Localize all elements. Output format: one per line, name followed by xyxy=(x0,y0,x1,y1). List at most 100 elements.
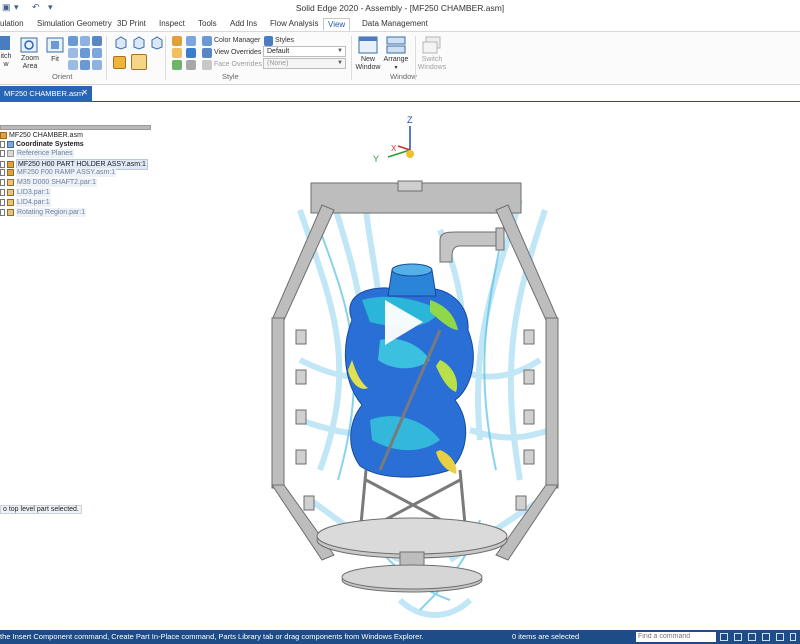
face-overrides-select[interactable]: (None) ▼ xyxy=(263,58,346,69)
elbow-pipe xyxy=(439,227,505,263)
tab-view[interactable]: View xyxy=(323,18,351,31)
ribbon-separator xyxy=(106,36,107,80)
visibility-checkbox[interactable] xyxy=(0,141,5,148)
arrange-dropdown-icon[interactable]: ▾ xyxy=(392,64,400,72)
triad-x-label: X xyxy=(391,144,397,153)
pathfinder-status: o top level part selected. xyxy=(0,505,82,514)
tree-row-lid3[interactable]: LID3.par:1 xyxy=(0,188,51,197)
tree-row-part-holder[interactable]: MF250 H00 PART HOLDER ASSY.asm:1 xyxy=(0,159,148,170)
switch-view-icon[interactable] xyxy=(0,36,10,50)
zoom-status-icon[interactable] xyxy=(748,633,756,641)
shaded-icon[interactable] xyxy=(113,56,126,69)
tab-simulation[interactable]: ulation xyxy=(0,19,24,32)
zoom-area-button[interactable]: Zoom Area xyxy=(18,55,42,71)
tab-data-management[interactable]: Data Management xyxy=(362,19,428,32)
previous-view-icon[interactable] xyxy=(92,60,102,70)
close-icon[interactable]: ✕ xyxy=(81,88,88,97)
face-overrides-value: (None) xyxy=(267,60,289,67)
pan-icon[interactable] xyxy=(80,36,90,46)
named-views-icon[interactable] xyxy=(80,60,90,70)
view-status-icon[interactable] xyxy=(790,633,796,641)
pathfinder-header[interactable] xyxy=(0,125,151,130)
arrange-button[interactable]: Arrange xyxy=(382,56,410,64)
rotate-icon[interactable] xyxy=(92,36,102,46)
subassembly-icon xyxy=(7,161,14,168)
style-group-label: Style xyxy=(222,72,239,81)
triad-z-label: Z xyxy=(407,115,413,125)
pathfinder-panel: MF250 CHAMBER.asm Coordinate Systems Ref… xyxy=(0,125,152,225)
visibility-checkbox[interactable] xyxy=(0,161,5,168)
face-overrides-small-icon[interactable] xyxy=(186,60,196,70)
visibility-checkbox[interactable] xyxy=(0,189,5,196)
tree-label: Coordinate Systems xyxy=(16,141,84,148)
view-overrides-label: View Overrides xyxy=(214,49,262,56)
rotate-status-icon[interactable] xyxy=(776,633,784,641)
help-icon[interactable] xyxy=(720,633,728,641)
look-at-face-icon[interactable] xyxy=(80,48,90,58)
lighting-icon[interactable] xyxy=(172,48,182,58)
fit-view-icon[interactable] xyxy=(734,633,742,641)
zoom-icon[interactable] xyxy=(68,36,78,46)
zoom-area-icon[interactable] xyxy=(20,37,38,53)
common-views-icon[interactable] xyxy=(92,48,102,58)
tree-label: MF250 CHAMBER.asm xyxy=(9,132,83,139)
new-window-button[interactable]: New Window xyxy=(354,56,382,72)
find-command-input[interactable] xyxy=(636,632,716,642)
styles-button[interactable]: Styles xyxy=(275,37,294,45)
tree-label: MF250 F00 RAMP ASSY.asm:1 xyxy=(16,168,117,177)
tree-row-rotating-region[interactable]: Rotating Region.par:1 xyxy=(0,208,87,217)
document-tab-label: MF250 CHAMBER.asm xyxy=(4,89,84,98)
tab-inspect[interactable]: Inspect xyxy=(159,19,185,32)
tab-tools[interactable]: Tools xyxy=(198,19,217,32)
tree-row-lid4[interactable]: LID4.par:1 xyxy=(0,198,51,207)
visibility-checkbox[interactable] xyxy=(0,150,5,157)
color-manager-button[interactable]: Color Manager xyxy=(214,37,260,45)
view-overrides-icon[interactable] xyxy=(202,48,212,58)
tab-add-ins[interactable]: Add Ins xyxy=(230,19,257,32)
part-icon xyxy=(7,179,14,186)
tree-row-coordinate-systems[interactable]: Coordinate Systems xyxy=(0,140,84,149)
document-tabs: MF250 CHAMBER.asm ✕ xyxy=(0,85,800,102)
visibility-checkbox[interactable] xyxy=(0,199,5,206)
graphics-viewport[interactable]: Z Y X xyxy=(150,102,800,630)
document-tab-mf250-chamber[interactable]: MF250 CHAMBER.asm ✕ xyxy=(0,86,92,102)
pan-status-icon[interactable] xyxy=(762,633,770,641)
tree-row-assembly[interactable]: MF250 CHAMBER.asm xyxy=(0,131,83,140)
chevron-down-icon: ▼ xyxy=(337,60,343,66)
tab-3d-print[interactable]: 3D Print xyxy=(117,19,146,32)
tree-row-shaft[interactable]: M35 D000 SHAFT2.par:1 xyxy=(0,178,97,187)
view-overrides-value: Default xyxy=(267,48,290,55)
color-manager-icon[interactable] xyxy=(202,36,212,46)
fit-button[interactable]: Fit xyxy=(48,56,62,64)
tree-row-ramp-assy[interactable]: MF250 F00 RAMP ASSY.asm:1 xyxy=(0,168,117,177)
coordinate-triad: Z Y X xyxy=(373,115,414,164)
visibility-checkbox[interactable] xyxy=(0,169,5,176)
arrange-icon[interactable] xyxy=(386,36,406,54)
switch-windows-button[interactable]: Switch Windows xyxy=(414,56,450,72)
ribbon: itch w Zoom Area Fit Orient Color Manage… xyxy=(0,32,800,85)
styles-icon[interactable] xyxy=(264,36,273,46)
color-manager-small-icon[interactable] xyxy=(186,36,196,46)
part-paint-icon[interactable] xyxy=(172,36,182,46)
title-bar: ▣ ▾ ↶ ▾ Solid Edge 2020 - Assembly - [MF… xyxy=(0,0,800,17)
fit-icon[interactable] xyxy=(46,37,64,53)
selection-count: 0 items are selected xyxy=(512,632,580,641)
visibility-checkbox[interactable] xyxy=(0,209,5,216)
shaded-visible-edges-icon[interactable] xyxy=(131,54,147,70)
sketch-view-icon[interactable] xyxy=(68,60,78,70)
subassembly-icon xyxy=(7,169,14,176)
tree-row-reference-planes[interactable]: Reference Planes xyxy=(0,149,74,158)
status-bar: the Insert Component command, Create Par… xyxy=(0,630,800,644)
background-icon[interactable] xyxy=(172,60,182,70)
tab-flow-analysis[interactable]: Flow Analysis xyxy=(270,19,318,32)
view-overrides-select[interactable]: Default ▼ xyxy=(263,46,346,57)
face-overrides-label: Face Overrides xyxy=(214,61,262,68)
visibility-checkbox[interactable] xyxy=(0,179,5,186)
view-overrides-small-icon[interactable] xyxy=(186,48,196,58)
base-platform xyxy=(316,517,508,593)
spin-icon[interactable] xyxy=(68,48,78,58)
tree-label: Reference Planes xyxy=(16,149,74,158)
new-window-icon[interactable] xyxy=(358,36,378,54)
window-group-label: Window xyxy=(390,72,417,81)
tab-simulation-geometry[interactable]: Simulation Geometry xyxy=(37,19,112,32)
